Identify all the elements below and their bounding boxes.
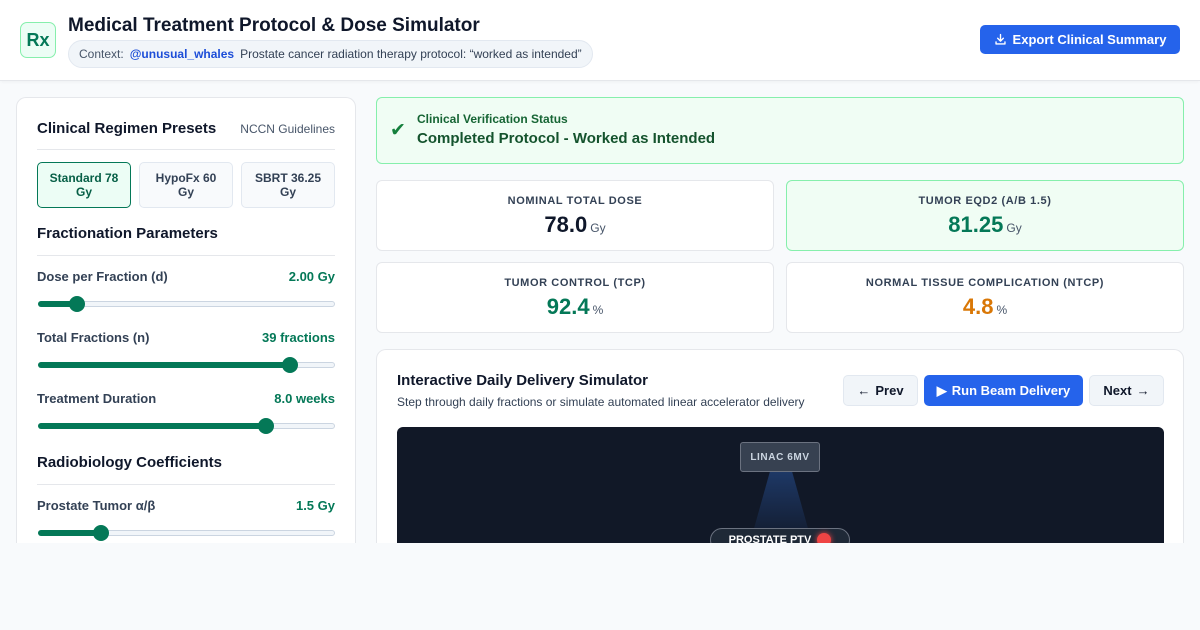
page-title: Medical Treatment Protocol & Dose Simula… [68, 15, 480, 36]
metric-value: 92.4 [546, 294, 590, 319]
metric-unit: % [996, 303, 1008, 317]
fractionation-title: Fractionation Parameters [37, 225, 218, 242]
slider-thumb[interactable] [92, 525, 109, 541]
metric-value: 4.8 [962, 294, 994, 319]
status-value: Completed Protocol - Worked as Intended [417, 130, 716, 147]
dose-per-fraction-slider[interactable] [38, 296, 335, 312]
metric-card-tumor-eqd2: TUMOR EQD2 (Α/Β 1.5) 81.25 Gy [786, 180, 1184, 251]
metric-label: TUMOR EQD2 (Α/Β 1.5) [918, 195, 1052, 207]
divider [37, 255, 335, 256]
metric-label: NORMAL TISSUE COMPLICATION (NTCP) [865, 277, 1105, 289]
metric-value: 78.0 [544, 212, 588, 237]
logo: Rx [20, 22, 56, 58]
next-label: Next [1103, 383, 1132, 398]
metric-card-nominal-dose: NOMINAL TOTAL DOSE 78.0 Gy [376, 180, 774, 251]
play-icon: ▶ [936, 382, 947, 398]
target-status-dot [817, 533, 832, 543]
treatment-duration-label: Treatment Duration [37, 391, 157, 406]
verification-status-banner: ✔ Clinical Verification Status Completed… [376, 97, 1184, 164]
metric-unit: Gy [590, 221, 606, 235]
treatment-duration-slider[interactable] [38, 418, 335, 434]
tumor-alpha-beta-value: 1.5 Gy [295, 498, 335, 513]
total-fractions-label: Total Fractions (n) [37, 330, 150, 345]
metric-card-ntcp: NORMAL TISSUE COMPLICATION (NTCP) 4.8 % [786, 262, 1184, 333]
target-label: PROSTATE PTV [728, 534, 812, 543]
context-handle-link[interactable]: @unusual_whales [130, 47, 234, 61]
dose-per-fraction-label: Dose per Fraction (d) [37, 269, 168, 284]
export-summary-button[interactable]: Export Clinical Summary [980, 25, 1180, 54]
delivery-simulator-panel: Interactive Daily Delivery Simulator Ste… [376, 349, 1184, 543]
status-label: Clinical Verification Status [417, 112, 568, 126]
simulator-subtitle: Step through daily fractions or simulate… [397, 395, 805, 409]
presets-subtitle: NCCN Guidelines [240, 122, 335, 136]
prev-label: Prev [875, 383, 904, 398]
slider-thumb[interactable] [281, 357, 298, 373]
tumor-alpha-beta-row: Prostate Tumor α/β 1.5 Gy [37, 498, 335, 513]
dose-per-fraction-value: 2.00 Gy [288, 269, 335, 284]
context-text: Prostate cancer radiation therapy protoc… [240, 47, 582, 61]
arrow-left-icon: ← [857, 383, 871, 398]
presets-header: Clinical Regimen Presets NCCN Guidelines [37, 120, 335, 137]
tumor-alpha-beta-label: Prostate Tumor α/β [37, 498, 156, 513]
slider-fill [38, 530, 100, 536]
metric-label: TUMOR CONTROL (TCP) [504, 277, 646, 289]
slider-thumb[interactable] [69, 296, 86, 312]
preset-standard-button[interactable]: Standard 78 Gy [37, 162, 131, 208]
metric-unit: Gy [1006, 221, 1022, 235]
metric-value: 81.25 [948, 212, 1004, 237]
total-fractions-value: 39 fractions [262, 330, 335, 345]
prev-button[interactable]: ← Prev [843, 375, 918, 406]
context-pill: Context: @unusual_whales Prostate cancer… [68, 40, 593, 68]
slider-thumb[interactable] [258, 418, 275, 434]
preset-hypofx-button[interactable]: HypoFx 60 Gy [139, 162, 233, 208]
preset-sbrt-button[interactable]: SBRT 36.25 Gy [241, 162, 335, 208]
divider [37, 484, 335, 485]
radiobiology-title: Radiobiology Coefficients [37, 454, 223, 471]
treatment-duration-value: 8.0 weeks [274, 391, 335, 406]
simulator-title: Interactive Daily Delivery Simulator [397, 372, 648, 389]
linac-visualization: LINAC 6MV PROSTATE PTV [397, 427, 1164, 543]
metric-unit: % [592, 303, 604, 317]
treatment-duration-row: Treatment Duration 8.0 weeks [37, 391, 335, 406]
check-icon: ✔ [390, 120, 406, 141]
presets-title: Clinical Regimen Presets [37, 120, 217, 137]
app-header: Rx Medical Treatment Protocol & Dose Sim… [0, 0, 1200, 81]
next-button[interactable]: Next → [1089, 375, 1164, 406]
metric-label: NOMINAL TOTAL DOSE [507, 195, 643, 207]
context-label: Context: [79, 47, 124, 61]
linac-gantry: LINAC 6MV [740, 442, 820, 472]
dose-per-fraction-row: Dose per Fraction (d) 2.00 Gy [37, 269, 335, 284]
metric-card-tcp: TUMOR CONTROL (TCP) 92.4 % [376, 262, 774, 333]
run-beam-delivery-button[interactable]: ▶ Run Beam Delivery [924, 375, 1083, 406]
slider-fill [38, 423, 266, 429]
download-icon [994, 33, 1006, 45]
controls-panel: Clinical Regimen Presets NCCN Guidelines… [16, 97, 356, 543]
tumor-alpha-beta-slider[interactable] [38, 525, 335, 541]
slider-fill [38, 362, 289, 368]
arrow-right-icon: → [1136, 383, 1150, 398]
divider [37, 149, 335, 150]
export-summary-label: Export Clinical Summary [1012, 32, 1167, 47]
run-label: Run Beam Delivery [951, 383, 1071, 398]
radiation-beam [753, 472, 809, 532]
total-fractions-slider[interactable] [38, 357, 335, 373]
prostate-ptv-target: PROSTATE PTV [710, 528, 850, 543]
total-fractions-row: Total Fractions (n) 39 fractions [37, 330, 335, 345]
